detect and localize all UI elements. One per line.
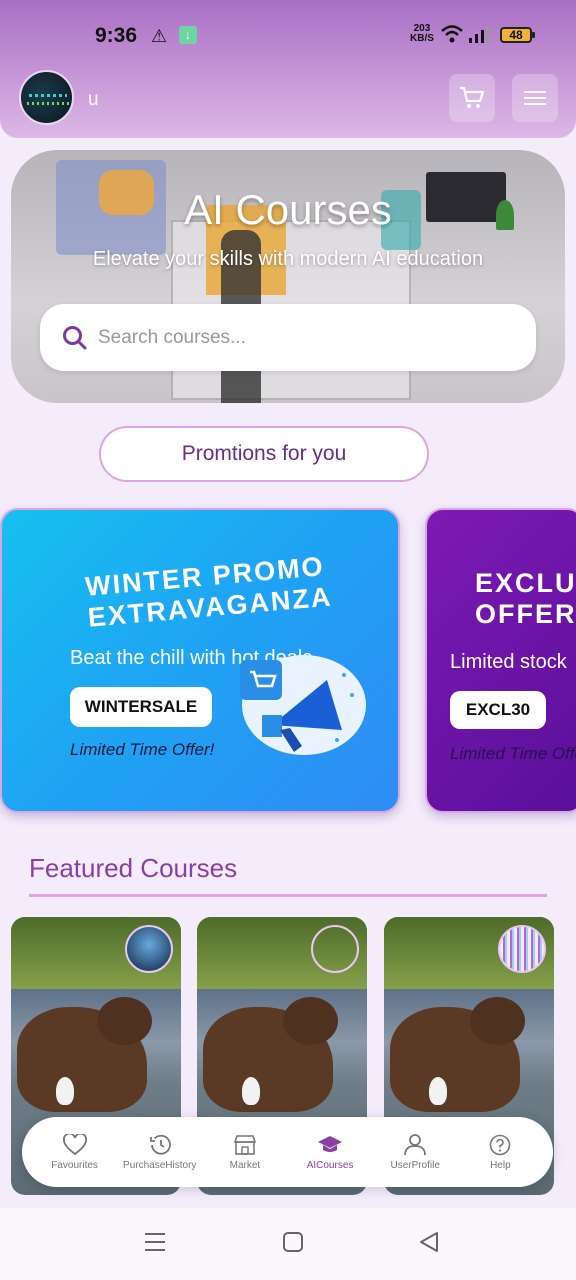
home-icon[interactable]: [282, 1230, 304, 1254]
heart-icon: [62, 1133, 87, 1155]
promo-code-button[interactable]: WINTERSALE: [70, 687, 212, 727]
nav-label: AICourses: [306, 1159, 354, 1171]
promo-card-winter[interactable]: WINTER PROMO EXTRAVAGANZA Beat the chill…: [0, 508, 400, 813]
nav-market[interactable]: Market: [205, 1134, 285, 1171]
nav-purchase-history[interactable]: PurchaseHistory: [120, 1134, 200, 1171]
help-icon: [490, 1134, 511, 1155]
search-bar[interactable]: [40, 304, 536, 371]
promo-card-exclusive[interactable]: EXCLUSIVE OFFER Limited stock EXCL30 Lim…: [425, 508, 576, 813]
nav-label: Help: [490, 1159, 511, 1171]
graduation-cap-icon: [318, 1135, 343, 1152]
nav-label: Market: [229, 1159, 261, 1171]
signal-icon: [469, 26, 490, 43]
hamburger-icon: [524, 91, 546, 105]
nav-label: Favourites: [51, 1159, 98, 1171]
section-divider: [29, 894, 547, 897]
nav-favourites[interactable]: Favourites: [35, 1133, 115, 1171]
promo-note: Limited Time Offer!: [70, 740, 215, 759]
username: u: [88, 89, 99, 110]
status-bar: 9:36 ⚠ ↓ 203 KB/S 48: [0, 20, 576, 52]
recent-apps-icon[interactable]: [144, 1230, 166, 1254]
bottom-navigation: Favourites PurchaseHistory Market AICour…: [22, 1117, 553, 1187]
nav-user-profile[interactable]: UserProfile: [375, 1133, 455, 1171]
promo-title: EXCLUSIVE OFFER: [475, 568, 576, 629]
megaphone-icon: [240, 655, 366, 755]
course-thumbnail: [390, 997, 525, 1112]
net-speed: 203 KB/S: [410, 23, 434, 44]
top-header: 9:36 ⚠ ↓ 203 KB/S 48 u: [0, 0, 576, 138]
hero-title: AI Courses: [184, 186, 392, 233]
warning-icon: ⚠: [151, 26, 168, 46]
instructor-avatar: [125, 925, 173, 973]
user-icon: [404, 1133, 427, 1155]
hero-banner: AI Courses Elevate your skills with mode…: [11, 150, 565, 403]
promotions-button[interactable]: Promtions for you: [99, 426, 429, 482]
battery-icon: 48: [500, 27, 535, 43]
menu-button[interactable]: [512, 74, 558, 122]
system-navigation-bar: [0, 1208, 576, 1280]
instructor-avatar: [311, 925, 359, 973]
download-icon: ↓: [179, 26, 197, 44]
nav-label: PurchaseHistory: [123, 1159, 197, 1171]
promo-title: WINTER PROMO EXTRAVAGANZA: [84, 551, 334, 633]
hero-subtitle: Elevate your skills with modern AI educa…: [92, 248, 484, 270]
instructor-avatar: [498, 925, 546, 973]
course-thumbnail: [203, 997, 338, 1112]
status-time: 9:36: [95, 24, 138, 47]
wifi-icon: [441, 25, 463, 43]
nav-label: UserProfile: [390, 1159, 440, 1171]
cart-button[interactable]: [449, 74, 495, 122]
featured-courses-title: Featured Courses: [29, 853, 238, 883]
search-icon: [63, 325, 87, 349]
promo-description: Limited stock: [450, 651, 567, 673]
cart-icon: [460, 86, 485, 108]
nav-help[interactable]: Help: [460, 1134, 540, 1171]
store-icon: [233, 1134, 257, 1155]
history-icon: [149, 1134, 171, 1155]
course-thumbnail: [17, 997, 152, 1112]
nav-ai-courses[interactable]: AICourses: [290, 1134, 370, 1171]
user-avatar[interactable]: [19, 70, 74, 125]
search-input[interactable]: [98, 326, 498, 349]
back-icon[interactable]: [418, 1230, 440, 1254]
promo-note: Limited Time Offer!: [450, 744, 576, 763]
promo-code-button[interactable]: EXCL30: [450, 691, 546, 729]
